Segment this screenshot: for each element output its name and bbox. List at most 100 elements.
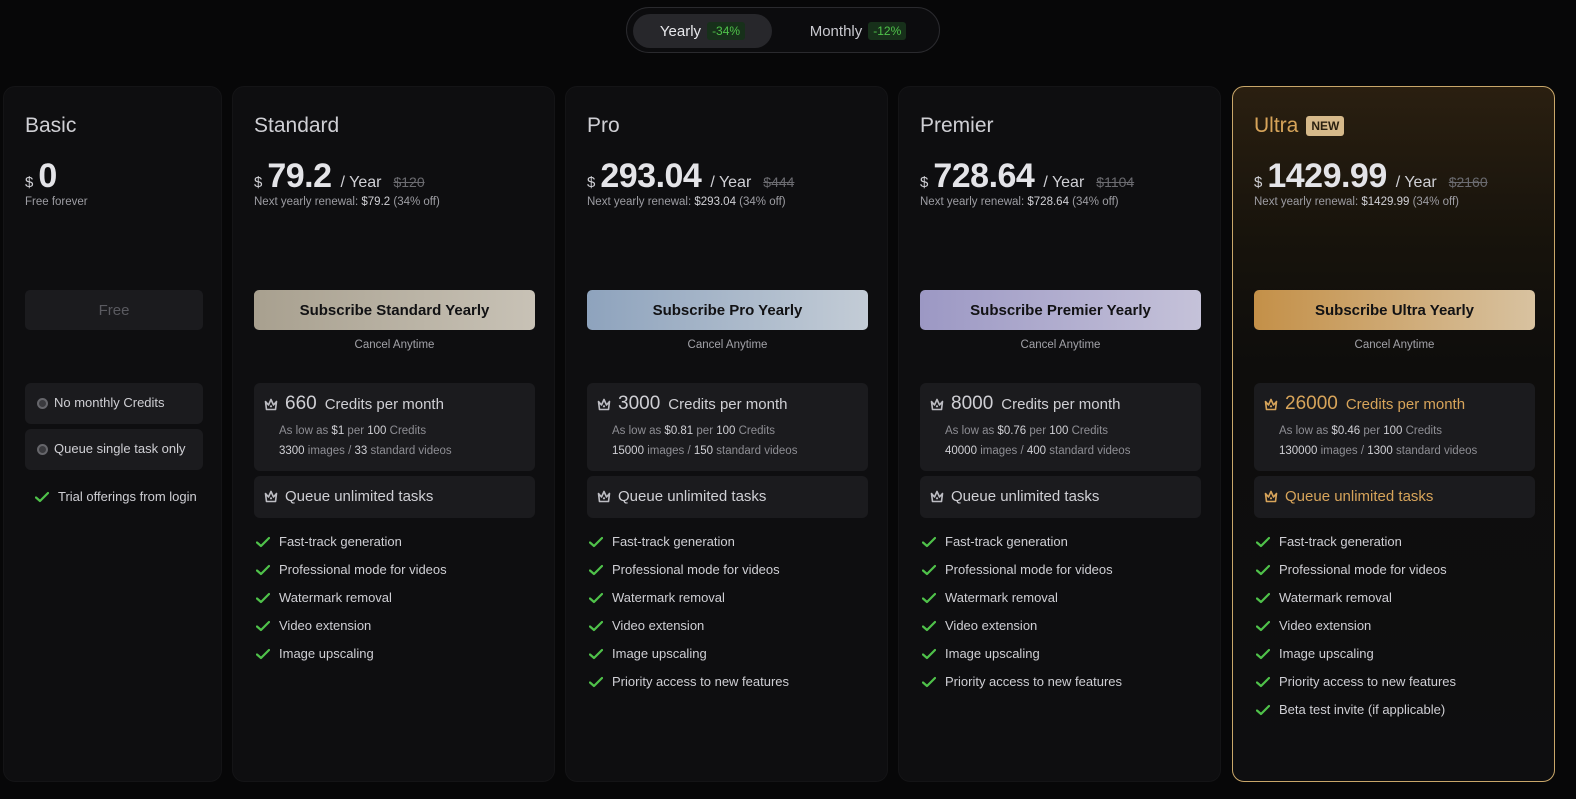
cancel-anytime-note: Cancel Anytime (687, 339, 768, 351)
price-amount: 0 (38, 157, 57, 195)
credit-count: 100 (1049, 425, 1069, 437)
feature-label: Professional mode for videos (1279, 562, 1447, 577)
feature-item: Beta test invite (if applicable) (1256, 702, 1445, 717)
check-icon (256, 592, 270, 603)
check-icon (256, 564, 270, 575)
plan-name-row: Premier (920, 114, 994, 138)
output-estimate-line: 3300 images / 33 standard videos (279, 445, 452, 457)
feature-item: Watermark removal (922, 590, 1058, 605)
credits-box: 3000 Credits per month As low as $0.81 p… (587, 383, 868, 471)
feature-label: Fast-track generation (1279, 534, 1402, 549)
price-row: $ 293.04 / Year $444 (587, 157, 794, 196)
credit-price-line: As low as $0.76 per 100 Credits (945, 425, 1108, 437)
videos-label: standard videos (1396, 445, 1478, 457)
feature-item: Professional mode for videos (589, 562, 780, 577)
queue-label: Queue unlimited tasks (1285, 488, 1434, 505)
feature-item: Professional mode for videos (922, 562, 1113, 577)
check-icon (589, 592, 603, 603)
crown-icon (1264, 490, 1278, 503)
feature-label: Watermark removal (1279, 590, 1392, 605)
check-icon (589, 676, 603, 687)
check-icon (922, 564, 936, 575)
credits-label: Credits per month (1345, 396, 1466, 413)
per-label: per (1363, 425, 1381, 437)
plan-name: Standard (254, 114, 340, 137)
output-estimate-line: 130000 images / 1300 standard videos (1279, 445, 1477, 457)
price-period: / Year (1043, 174, 1085, 191)
feature-label: Fast-track generation (945, 534, 1068, 549)
credits-unit: Credits (389, 425, 427, 437)
monthly-discount-badge: -12% (868, 22, 907, 40)
queue-label: Queue unlimited tasks (951, 488, 1100, 505)
feature-item: Watermark removal (256, 590, 392, 605)
feature-item: Video extension (256, 618, 371, 633)
feature-item: Professional mode for videos (256, 562, 447, 577)
renewal-amount: $79.2 (361, 196, 391, 208)
original-price: $1104 (1096, 174, 1135, 190)
queue-box: Queue unlimited tasks (920, 476, 1201, 518)
feature-label: Watermark removal (945, 590, 1058, 605)
check-icon (35, 491, 49, 502)
feature-label: Watermark removal (612, 590, 725, 605)
feature-label: Beta test invite (if applicable) (1279, 702, 1446, 717)
subscribe-ultra-button[interactable]: Subscribe Ultra Yearly (1254, 290, 1535, 330)
crown-icon (597, 398, 611, 411)
check-icon (922, 536, 936, 547)
feature-label: Priority access to new features (1279, 674, 1457, 689)
check-icon (256, 536, 270, 547)
cancel-anytime-note: Cancel Anytime (354, 339, 435, 351)
videos-label: standard videos (370, 445, 452, 457)
check-icon (922, 676, 936, 687)
price-per-credits: $0.76 (997, 425, 1027, 437)
free-button[interactable]: Free (25, 290, 203, 330)
subscribe-pro-button[interactable]: Subscribe Pro Yearly (587, 290, 868, 330)
check-icon (256, 648, 270, 659)
feature-label: Professional mode for videos (945, 562, 1113, 577)
video-count: 150 (693, 445, 714, 457)
check-icon (1256, 564, 1270, 575)
video-count: 400 (1026, 445, 1047, 457)
feature-item: Trial offerings from login (35, 489, 197, 504)
credits-row: 660 Credits per month (285, 393, 444, 415)
subscribe-premier-button[interactable]: Subscribe Premier Yearly (920, 290, 1201, 330)
renewal-note: Next yearly renewal: $1429.99 (34% off) (1254, 196, 1459, 208)
check-icon (922, 620, 936, 631)
check-icon (1256, 676, 1270, 687)
image-count: 130000 (1279, 445, 1318, 457)
feature-label: Image upscaling (1279, 646, 1374, 661)
currency-symbol: $ (1254, 174, 1263, 191)
feature-label: Professional mode for videos (279, 562, 447, 577)
check-icon (589, 648, 603, 659)
price-row: $ 79.2 / Year $120 (254, 157, 425, 196)
circle-icon (37, 444, 48, 455)
credits-amount: 660 (285, 393, 317, 414)
renewal-prefix: Next yearly renewal: (920, 196, 1025, 208)
credits-label: Credits per month (324, 396, 444, 413)
credits-box: 26000 Credits per month As low as $0.46 … (1254, 383, 1535, 471)
per-label: per (696, 425, 714, 437)
image-count: 15000 (612, 445, 644, 457)
toggle-yearly[interactable]: Yearly -34% (633, 14, 772, 48)
plan-name-row: Standard (254, 114, 339, 138)
plan-name-row: Ultra NEW (1254, 114, 1345, 138)
plan-name: Ultra (1254, 114, 1299, 137)
subscribe-standard-button[interactable]: Subscribe Standard Yearly (254, 290, 535, 330)
toggle-monthly[interactable]: Monthly -12% (799, 14, 917, 48)
credits-box: 8000 Credits per month As low as $0.76 p… (920, 383, 1201, 471)
cancel-anytime-note: Cancel Anytime (1354, 339, 1435, 351)
feature-label: Image upscaling (279, 646, 374, 661)
credits-label: Credits per month (668, 396, 788, 413)
queue-box: Queue unlimited tasks (587, 476, 868, 518)
limit-label: No monthly Credits (54, 395, 165, 410)
credit-count: 100 (716, 425, 736, 437)
circle-icon (37, 398, 48, 409)
feature-label: Professional mode for videos (612, 562, 780, 577)
credits-amount: 26000 (1285, 393, 1338, 414)
plan-name-row: Pro (587, 114, 620, 138)
feature-item: Watermark removal (589, 590, 725, 605)
check-icon (1256, 648, 1270, 659)
videos-label: standard videos (716, 445, 798, 457)
as-low-as-label: As low as (945, 425, 995, 437)
price-amount: 79.2 (267, 157, 332, 195)
price-per-credits: $1 (331, 425, 345, 437)
